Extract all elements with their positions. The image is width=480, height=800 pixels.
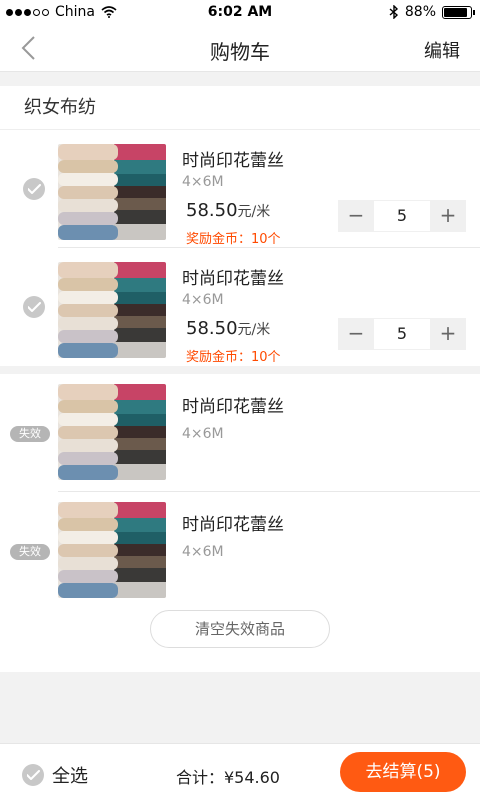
product-title[interactable]: 时尚印花蕾丝	[182, 146, 284, 171]
product-image[interactable]	[58, 144, 166, 240]
product-spec: 4×6M	[182, 174, 224, 190]
invalid-badge: 失效	[10, 426, 50, 442]
cart-content: 织女布纺 时尚印花蕾丝 4×6M 58.50元/米 奖励金币：10个 − 5 +…	[0, 86, 480, 672]
decrement-button[interactable]: −	[338, 200, 374, 232]
price-unit: 元/米	[237, 322, 271, 338]
product-price: 58.50元/米	[186, 318, 270, 339]
status-bar: China 6:02 AM 88%	[0, 0, 480, 24]
checkout-bar: 全选 合计：¥54.60 去结算(5)	[0, 743, 480, 800]
cart-item: 时尚印花蕾丝 4×6M 58.50元/米 奖励金币：10个 − 5 +	[0, 248, 480, 366]
page-title: 购物车	[210, 40, 270, 64]
battery-percent: 88%	[404, 4, 436, 20]
invalid-item: 失效 时尚印花蕾丝 4×6M	[0, 374, 480, 492]
product-image	[58, 502, 166, 598]
check-icon	[27, 770, 40, 780]
checkout-button[interactable]: 去结算(5)	[340, 752, 466, 792]
select-all-toggle[interactable]: 全选	[22, 762, 88, 788]
total-price: 合计：¥54.60	[176, 768, 280, 787]
product-spec: 4×6M	[182, 292, 224, 308]
product-title[interactable]: 时尚印花蕾丝	[182, 264, 284, 289]
product-spec: 4×6M	[182, 426, 224, 442]
price-value: 58.50	[186, 318, 238, 339]
increment-button[interactable]: +	[430, 318, 466, 350]
select-all-label: 全选	[52, 766, 88, 787]
edit-button[interactable]: 编辑	[424, 37, 460, 63]
reward-coins: 奖励金币：10个	[186, 232, 281, 247]
quantity-stepper: − 5 +	[338, 318, 466, 350]
invalid-badge: 失效	[10, 544, 50, 560]
invalid-items-group: 失效 时尚印花蕾丝 4×6M 失效 时尚印花蕾丝 4×6M 清空失效商品	[0, 374, 480, 672]
shop-name: 织女布纺	[0, 86, 480, 130]
product-title: 时尚印花蕾丝	[182, 397, 284, 417]
invalid-item: 失效 时尚印花蕾丝 4×6M	[0, 492, 480, 610]
check-icon	[28, 302, 41, 312]
bluetooth-icon	[389, 5, 398, 19]
battery-icon	[442, 5, 475, 19]
clear-invalid-area: 清空失效商品	[0, 610, 480, 672]
nav-bar: 购物车 编辑	[0, 24, 480, 72]
product-image[interactable]	[58, 262, 166, 358]
reward-coins: 奖励金币：10个	[186, 350, 281, 365]
increment-button[interactable]: +	[430, 200, 466, 232]
decrement-button[interactable]: −	[338, 318, 374, 350]
quantity-value[interactable]: 5	[374, 200, 430, 232]
product-spec: 4×6M	[182, 544, 224, 560]
battery-fill	[444, 7, 467, 17]
quantity-value[interactable]: 5	[374, 318, 430, 350]
clear-invalid-button[interactable]: 清空失效商品	[150, 610, 330, 648]
product-title: 时尚印花蕾丝	[182, 515, 284, 535]
price-unit: 元/米	[237, 204, 271, 220]
product-price: 58.50元/米	[186, 200, 270, 221]
product-image	[58, 384, 166, 480]
check-icon	[28, 184, 41, 194]
quantity-stepper: − 5 +	[338, 200, 466, 232]
item-checkbox[interactable]	[23, 296, 45, 318]
cart-item: 时尚印花蕾丝 4×6M 58.50元/米 奖励金币：10个 − 5 +	[0, 130, 480, 248]
item-checkbox[interactable]	[23, 178, 45, 200]
status-right: 88%	[389, 4, 475, 20]
select-all-checkbox[interactable]	[22, 764, 44, 786]
price-value: 58.50	[186, 200, 238, 221]
